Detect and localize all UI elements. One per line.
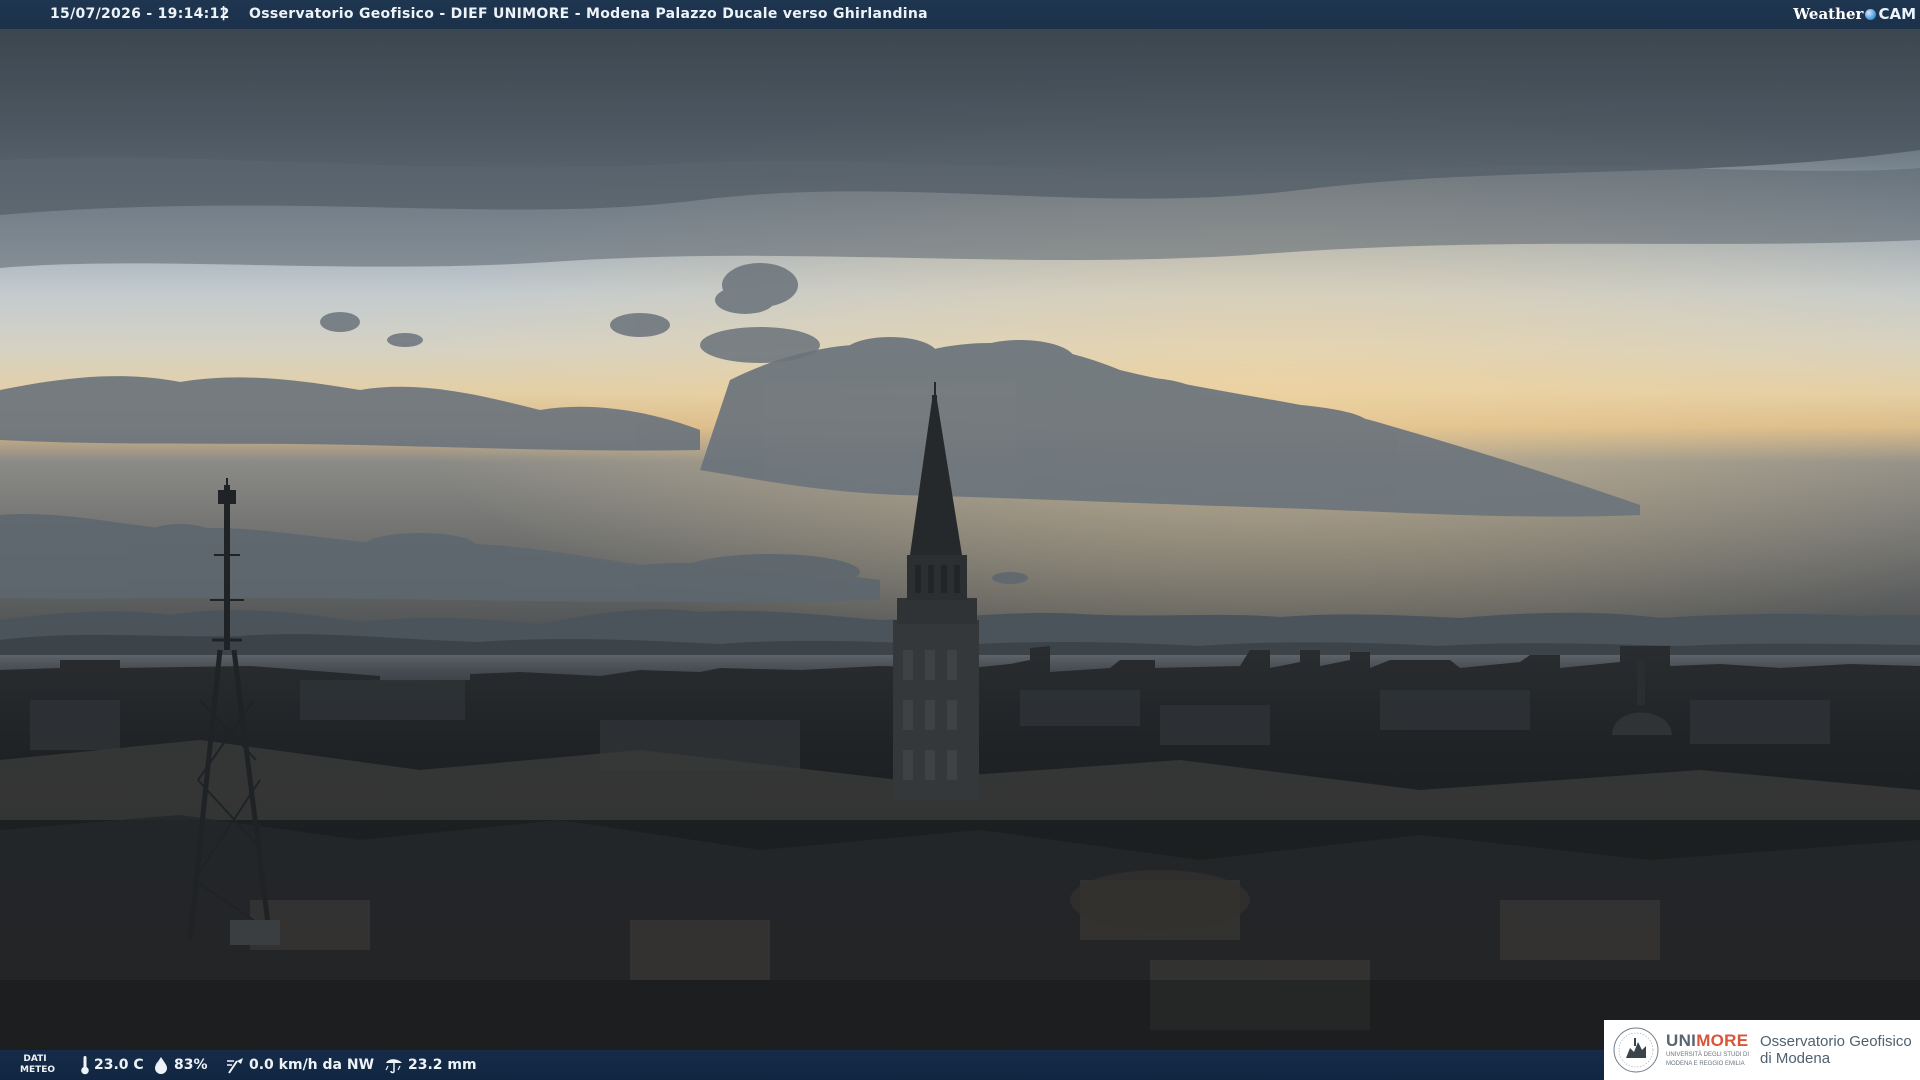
university-seal-icon	[1613, 1027, 1659, 1073]
weather-data-bar: DATI METEO 23.0 C 83% 0.0 km/h da NW 23.…	[0, 1050, 1605, 1080]
separator: |	[221, 5, 227, 21]
humidity-drop-icon	[155, 1057, 167, 1074]
wind-vane-icon	[227, 1058, 243, 1074]
temperature-readout: 23.0 C	[80, 1050, 144, 1080]
observatory-name: Osservatorio Geofisico di Modena	[1760, 1033, 1912, 1067]
globe-icon	[1865, 8, 1877, 20]
timestamp: 15/07/2026 - 19:14:12	[50, 6, 230, 22]
humidity-readout: 83%	[152, 1050, 208, 1080]
unimore-wordmark: UNIMORE UNIVERSITÀ DEGLI STUDI DI MODENA…	[1666, 1031, 1750, 1068]
brand-right: CAM	[1878, 5, 1916, 23]
wind-readout: 0.0 km/h da NW	[225, 1050, 374, 1080]
weathercam-logo: Weather CAM	[1793, 3, 1916, 25]
camera-title: Osservatorio Geofisico - DIEF UNIMORE - …	[249, 6, 928, 22]
top-info-bar: 15/07/2026 - 19:14:12 | Osservatorio Geo…	[0, 0, 1920, 29]
thermometer-icon	[81, 1056, 89, 1075]
rain-readout: 23.2 mm	[384, 1050, 477, 1080]
temperature-value: 23.0 C	[94, 1057, 144, 1073]
unimore-logo-box: UNIMORE UNIVERSITÀ DEGLI STUDI DI MODENA…	[1604, 1020, 1920, 1080]
webcam-image	[0, 0, 1920, 1080]
rain-gauge-icon	[385, 1059, 402, 1074]
wind-value: 0.0 km/h da NW	[249, 1057, 375, 1073]
brand-left: Weather	[1793, 5, 1864, 23]
weather-data-label: DATI METEO	[20, 1054, 56, 1075]
humidity-value: 83%	[174, 1057, 208, 1073]
rain-value: 23.2 mm	[408, 1057, 477, 1073]
